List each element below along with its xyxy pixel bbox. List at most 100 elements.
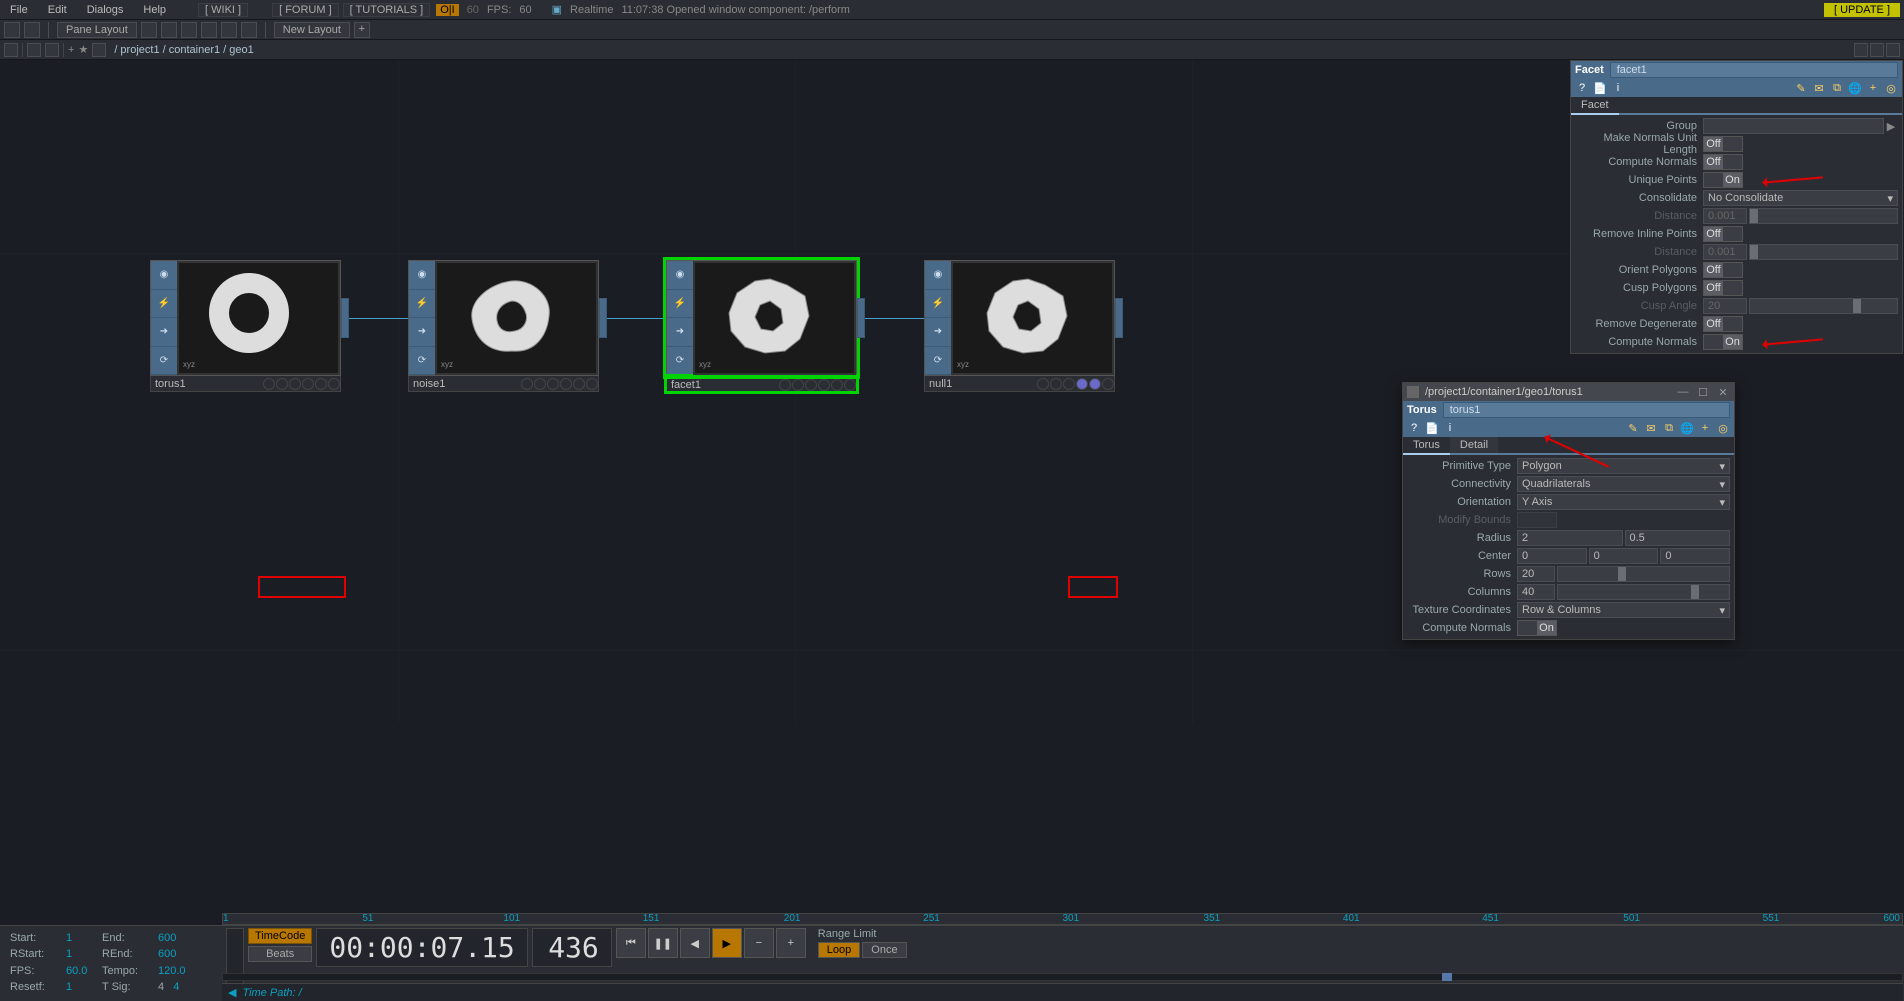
maximize-icon[interactable]: ☐ — [1696, 386, 1710, 399]
nav-plus-icon[interactable]: + — [68, 44, 74, 56]
minus-button[interactable]: − — [744, 928, 774, 958]
menu-dialogs[interactable]: Dialogs — [77, 4, 134, 16]
timecode-button[interactable]: TimeCode — [248, 928, 312, 944]
target-icon[interactable]: ◎ — [1884, 81, 1898, 95]
help-icon[interactable]: ? — [1575, 81, 1589, 95]
menu-file[interactable]: File — [0, 4, 38, 16]
copy-icon[interactable]: ⧉ — [1830, 81, 1844, 95]
orient-toggle[interactable]: Off — [1703, 262, 1743, 278]
lang-icon[interactable]: 🌐 — [1848, 81, 1862, 95]
beats-button[interactable]: Beats — [248, 946, 312, 962]
layout-preset-5[interactable] — [221, 22, 237, 38]
python-icon[interactable]: 📄 — [1425, 421, 1439, 435]
nav-icon-4[interactable] — [92, 43, 106, 57]
once-button[interactable]: Once — [862, 942, 906, 958]
close-icon[interactable]: ✕ — [1716, 386, 1730, 399]
comment-icon[interactable]: ✉ — [1812, 81, 1826, 95]
plus-button[interactable]: + — [776, 928, 806, 958]
menu-help[interactable]: Help — [133, 4, 176, 16]
compute-normals1-toggle[interactable]: Off — [1703, 154, 1743, 170]
edit-icon[interactable]: ✎ — [1794, 81, 1808, 95]
plus-icon[interactable]: + — [1866, 81, 1880, 95]
layout-preset-6[interactable] — [241, 22, 257, 38]
operator-name-field[interactable]: torus1 — [1443, 402, 1730, 418]
python-icon[interactable]: 📄 — [1593, 81, 1607, 95]
torus-compute-normals-toggle[interactable]: On — [1517, 620, 1557, 636]
nav-star-icon[interactable]: ★ — [78, 43, 88, 56]
node-arrow-icon[interactable]: ➜ — [151, 318, 177, 347]
group-field[interactable] — [1703, 118, 1884, 134]
node-torus1[interactable]: ◉ ⚡ ➜ ⟳ xyz torus1 — [150, 260, 341, 392]
columns-field[interactable]: 40 — [1517, 584, 1555, 600]
new-layout-button[interactable]: New Layout — [274, 22, 350, 38]
target-icon[interactable]: ◎ — [1716, 421, 1730, 435]
node-noise1[interactable]: ◉⚡➜⟳ xyz noise1 — [408, 260, 599, 392]
layout-preset-1[interactable] — [141, 22, 157, 38]
forum-link[interactable]: [ FORUM ] — [272, 3, 339, 17]
radius-2-field[interactable]: 0.5 — [1625, 530, 1731, 546]
comment-icon[interactable]: ✉ — [1644, 421, 1658, 435]
path-opt-1[interactable] — [1854, 43, 1868, 57]
node-output-handle[interactable] — [341, 298, 349, 338]
oi-toggle[interactable]: O|I — [436, 4, 458, 16]
add-layout-icon[interactable]: + — [354, 22, 370, 38]
layout-preset-4[interactable] — [201, 22, 217, 38]
goto-start-button[interactable]: ⏮ — [616, 928, 646, 958]
layout-icon-1[interactable] — [4, 22, 20, 38]
radius-1-field[interactable]: 2 — [1517, 530, 1623, 546]
layout-preset-2[interactable] — [161, 22, 177, 38]
step-back-button[interactable]: ◀ — [680, 928, 710, 958]
play-bar[interactable] — [222, 973, 1903, 981]
rows-field[interactable]: 20 — [1517, 566, 1555, 582]
minimize-icon[interactable]: — — [1676, 386, 1690, 398]
path-opt-3[interactable] — [1886, 43, 1900, 57]
pane-layout-button[interactable]: Pane Layout — [57, 22, 137, 38]
nav-icon-3[interactable] — [45, 43, 59, 57]
connectivity-dropdown[interactable]: Quadrilaterals▾ — [1517, 476, 1730, 492]
tab-torus[interactable]: Torus — [1403, 437, 1450, 455]
node-output-handle[interactable] — [1115, 298, 1123, 338]
pause-button[interactable]: ❚❚ — [648, 928, 678, 958]
tab-detail[interactable]: Detail — [1450, 437, 1498, 453]
layout-icon-2[interactable] — [24, 22, 40, 38]
orientation-dropdown[interactable]: Y Axis▾ — [1517, 494, 1730, 510]
center-z-field[interactable]: 0 — [1660, 548, 1730, 564]
remove-inline-toggle[interactable]: Off — [1703, 226, 1743, 242]
remove-degen-toggle[interactable]: Off — [1703, 316, 1743, 332]
node-facet1[interactable]: ◉⚡➜⟳ xyz facet1 — [666, 260, 857, 392]
compute-normals2-toggle[interactable]: On — [1703, 334, 1743, 350]
node-output-handle[interactable] — [599, 298, 607, 338]
make-normals-toggle[interactable]: Off — [1703, 136, 1743, 152]
cusp-toggle[interactable]: Off — [1703, 280, 1743, 296]
node-null1[interactable]: ◉⚡➜⟳ xyz null1 — [924, 260, 1115, 392]
playhead[interactable] — [1442, 973, 1452, 981]
texcoord-dropdown[interactable]: Row & Columns▾ — [1517, 602, 1730, 618]
tab-facet[interactable]: Facet — [1571, 97, 1619, 115]
info-icon[interactable]: i — [1611, 81, 1625, 95]
operator-name-field[interactable]: facet1 — [1610, 62, 1898, 78]
group-picker-icon[interactable]: ▶ — [1884, 120, 1898, 133]
time-path-handle[interactable]: ◀ — [228, 986, 236, 999]
wiki-link[interactable]: [ WIKI ] — [198, 3, 248, 17]
help-icon[interactable]: ? — [1407, 421, 1421, 435]
node-output-handle[interactable] — [857, 298, 865, 338]
prim-type-dropdown[interactable]: Polygon▾ — [1517, 458, 1730, 474]
rows-slider[interactable] — [1557, 566, 1730, 582]
consolidate-dropdown[interactable]: No Consolidate▾ — [1703, 190, 1898, 206]
edit-icon[interactable]: ✎ — [1626, 421, 1640, 435]
path-opt-2[interactable] — [1870, 43, 1884, 57]
lang-icon[interactable]: 🌐 — [1680, 421, 1694, 435]
copy-icon[interactable]: ⧉ — [1662, 421, 1676, 435]
unique-points-toggle[interactable]: On — [1703, 172, 1743, 188]
columns-slider[interactable] — [1557, 584, 1730, 600]
node-lock-icon[interactable]: ⟳ — [151, 347, 177, 376]
node-eye-icon[interactable]: ◉ — [151, 261, 177, 290]
node-bolt-icon[interactable]: ⚡ — [151, 290, 177, 319]
timeline-ruler[interactable]: 1 51 101 151 201 251 301 351 401 451 501… — [222, 913, 1903, 925]
menu-edit[interactable]: Edit — [38, 4, 77, 16]
info-icon[interactable]: i — [1443, 421, 1457, 435]
layout-preset-3[interactable] — [181, 22, 197, 38]
torus-floating-window[interactable]: /project1/container1/geo1/torus1 — ☐ ✕ T… — [1402, 382, 1735, 640]
center-x-field[interactable]: 0 — [1517, 548, 1587, 564]
loop-button[interactable]: Loop — [818, 942, 860, 958]
